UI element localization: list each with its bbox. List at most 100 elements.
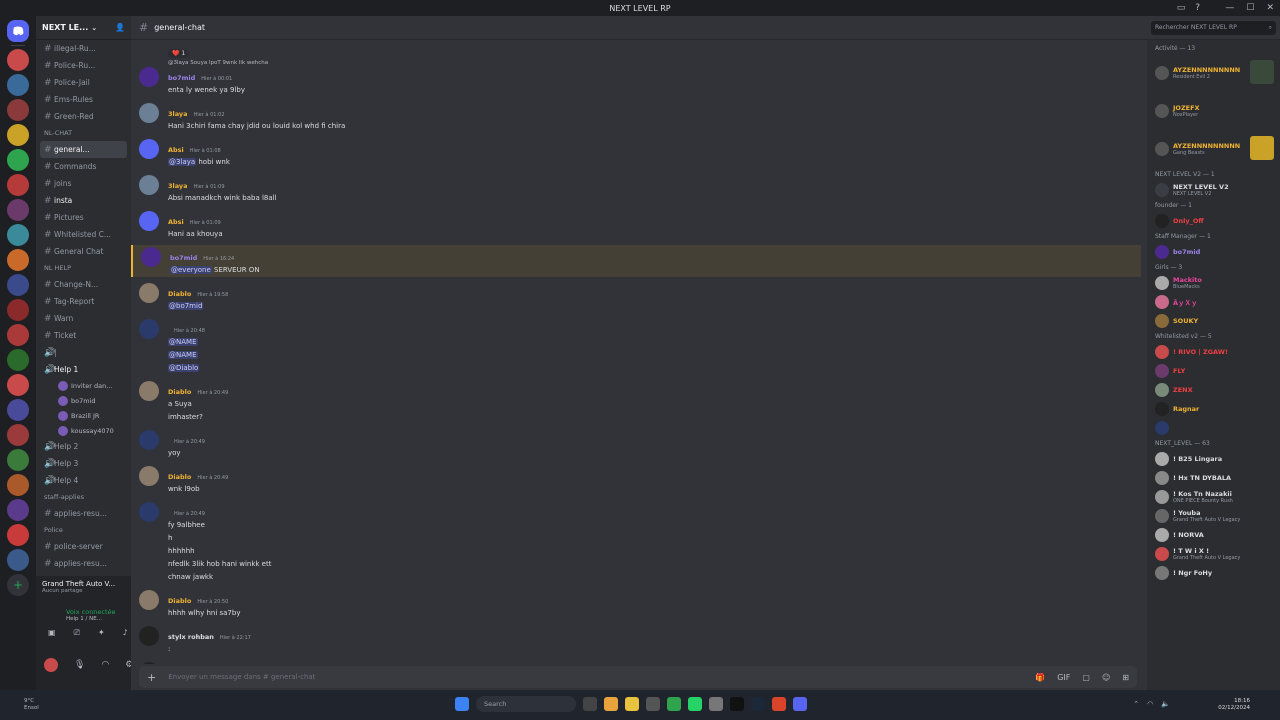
browser-icon[interactable] <box>772 697 786 711</box>
message-author[interactable]: stylx rohban <box>168 633 214 641</box>
channel-item[interactable]: # Commands <box>36 158 131 175</box>
channel-item[interactable]: # General Chat <box>36 243 131 260</box>
server-icon[interactable] <box>7 374 29 396</box>
xbox-icon[interactable] <box>667 697 681 711</box>
close-button[interactable]: ✕ <box>1266 3 1274 13</box>
channel-item[interactable]: 🔊 Help 2 <box>36 438 131 455</box>
camera-icon[interactable]: ▣ <box>48 628 56 638</box>
member-item[interactable]: SOUKY <box>1147 311 1280 330</box>
channel-item[interactable]: # Police-Ru... <box>36 57 131 74</box>
channel-item[interactable]: # general... <box>40 141 127 158</box>
member-item[interactable]: ! RIVO | ZGAW! <box>1147 342 1280 361</box>
reaction[interactable]: ❤️ 1 <box>168 49 190 58</box>
add-attachment-icon[interactable]: + <box>147 671 156 684</box>
mention-tag[interactable]: @Diablo <box>168 364 200 372</box>
channel-category[interactable]: staff-applies <box>36 489 131 505</box>
mention-tag[interactable]: @3laya <box>168 158 197 166</box>
file-explorer-icon[interactable] <box>625 697 639 711</box>
server-icon[interactable] <box>7 174 29 196</box>
soundboard-icon[interactable]: ♪ <box>123 628 128 638</box>
voice-user[interactable]: koussay4070 <box>36 423 131 438</box>
home-button[interactable] <box>7 20 29 42</box>
wifi-icon[interactable]: ◠ <box>1147 700 1153 708</box>
channel-item[interactable]: # applies-resu... <box>36 505 131 522</box>
server-icon[interactable] <box>7 449 29 471</box>
message-author[interactable]: Diablo <box>168 473 191 481</box>
voice-user[interactable]: Inviter dan... <box>36 378 131 393</box>
taskbar-search[interactable]: Search <box>476 696 576 712</box>
weather-widget[interactable]: 9°C Ensol <box>24 698 39 712</box>
server-icon[interactable] <box>7 249 29 271</box>
server-icon[interactable] <box>7 224 29 246</box>
message-author[interactable]: 3laya <box>168 110 188 118</box>
member-item[interactable]: Only_Off <box>1147 211 1280 230</box>
member-item[interactable]: FLY <box>1147 361 1280 380</box>
avatar[interactable] <box>139 283 159 303</box>
member-item[interactable]: ! NORVA <box>1147 525 1280 544</box>
settings-icon[interactable] <box>709 697 723 711</box>
microphone-icon[interactable]: 🎙 <box>74 660 85 670</box>
avatar[interactable] <box>141 247 161 267</box>
avatar[interactable] <box>139 381 159 401</box>
member-item[interactable]: ! Ngr FoHy <box>1147 563 1280 582</box>
avatar[interactable] <box>139 590 159 610</box>
server-icon[interactable] <box>7 99 29 121</box>
member-item[interactable]: ÃｙＸｙ <box>1147 292 1280 311</box>
avatar[interactable] <box>139 175 159 195</box>
avatar[interactable] <box>139 502 159 522</box>
channel-item[interactable]: # Ems-Rules <box>36 91 131 108</box>
member-item[interactable]: ! Kos Tn Nazakii ONE PIECE Bounty Rush <box>1147 487 1280 506</box>
server-header[interactable]: NEXT LE... ⌄ 👤 <box>36 16 131 40</box>
member-item[interactable]: ! T W i X ! Grand Theft Auto V Legacy <box>1147 544 1280 563</box>
member-item[interactable]: ! B25 Lingara <box>1147 449 1280 468</box>
server-icon[interactable] <box>7 299 29 321</box>
member-item[interactable]: Ragnar <box>1147 399 1280 418</box>
member-item[interactable]: AYZENNNNNNNNN Resident Evil 2 <box>1147 54 1280 92</box>
task-view-icon[interactable] <box>583 697 597 711</box>
channel-item[interactable]: # illegal-Ru... <box>36 40 131 57</box>
avatar[interactable] <box>139 139 159 159</box>
game-activity[interactable]: Grand Theft Auto V... Aucun partage <box>42 580 115 594</box>
channel-item[interactable]: # Whitelisted C... <box>36 226 131 243</box>
server-icon[interactable] <box>7 274 29 296</box>
channel-item[interactable]: # Ticket <box>36 327 131 344</box>
message-author[interactable]: bo7mid <box>168 74 195 82</box>
member-item[interactable]: NEXT LEVEL V2 NEXT LEVEL V2 <box>1147 180 1280 199</box>
volume-icon[interactable]: 🔈 <box>1161 700 1170 708</box>
message-author[interactable]: bo7mid <box>170 254 197 262</box>
message-author[interactable]: 3laya <box>168 182 188 190</box>
member-item[interactable]: Mackito BlueMacks <box>1147 273 1280 292</box>
voice-user[interactable]: Brazill JR <box>36 408 131 423</box>
minimize-button[interactable]: — <box>1225 3 1234 13</box>
message-author[interactable]: Diablo <box>168 597 191 605</box>
sticker-icon[interactable]: ▢ <box>1082 673 1090 682</box>
avatar[interactable] <box>139 67 159 87</box>
mention-tag[interactable]: @bo7mid <box>168 302 204 310</box>
discord-taskbar-icon[interactable] <box>793 697 807 711</box>
channel-item[interactable]: 🔊 Help 1 <box>36 361 131 378</box>
help-icon[interactable]: ? <box>1195 3 1200 13</box>
member-item[interactable]: ! Youba Grand Theft Auto V Legacy <box>1147 506 1280 525</box>
server-icon[interactable] <box>7 474 29 496</box>
voice-status[interactable]: Voix connectée Help 1 / NE... <box>66 608 116 622</box>
server-icon[interactable] <box>7 499 29 521</box>
message-author[interactable]: Diablo <box>168 388 191 396</box>
channel-item[interactable]: # insta <box>36 192 131 209</box>
server-icon[interactable] <box>7 74 29 96</box>
channel-item[interactable]: # Green-Red <box>36 108 131 125</box>
channel-item[interactable]: # applies-resu... <box>36 555 131 572</box>
server-icon[interactable] <box>7 149 29 171</box>
avatar[interactable] <box>139 430 159 450</box>
add-member-icon[interactable]: 👤 <box>115 23 125 32</box>
activity-icon[interactable]: ✦ <box>98 628 105 638</box>
server-icon[interactable] <box>7 424 29 446</box>
mention-tag[interactable]: @NAME <box>168 338 198 346</box>
avatar[interactable] <box>139 662 159 664</box>
server-icon[interactable] <box>7 349 29 371</box>
channel-item[interactable]: # Police-Jail <box>36 74 131 91</box>
channel-item[interactable]: # Tag-Report <box>36 293 131 310</box>
voice-user[interactable]: bo7mid <box>36 393 131 408</box>
avatar[interactable] <box>44 658 58 672</box>
server-icon[interactable] <box>7 399 29 421</box>
start-icon[interactable] <box>455 697 469 711</box>
